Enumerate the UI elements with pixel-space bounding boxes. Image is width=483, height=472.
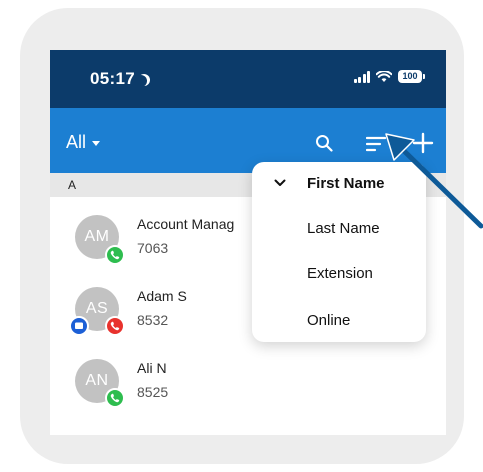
phone-icon	[105, 388, 125, 408]
avatar-initials: AM	[84, 228, 110, 245]
wifi-icon	[376, 70, 392, 82]
time-text: 05:17	[90, 69, 135, 88]
sort-option-label: Online	[307, 312, 351, 329]
battery-icon: 100	[398, 70, 425, 83]
contact-extension: 8525	[137, 384, 169, 400]
contact-name: Account Manag	[137, 216, 235, 232]
sort-option-extension[interactable]: Extension	[252, 254, 426, 294]
contact-name: Adam S	[137, 288, 187, 304]
contact-name: Ali N	[137, 360, 167, 376]
sort-option-label: Extension	[307, 265, 373, 282]
signal-icon	[353, 70, 370, 83]
sort-option-label: Last Name	[307, 220, 380, 237]
chat-icon	[69, 316, 89, 336]
avatar-initials: AS	[85, 300, 109, 317]
chevron-down-icon	[92, 141, 101, 146]
sort-option-label: First Name	[307, 175, 385, 192]
status-time: 05:17	[90, 69, 149, 89]
phone-icon	[105, 316, 125, 336]
annotation-arrow	[385, 133, 483, 229]
status-bar: 05:17 100	[50, 50, 446, 108]
status-icons: 100	[353, 70, 425, 83]
phone-icon	[105, 245, 125, 265]
contact-extension: 8532	[137, 312, 169, 328]
sort-option-online[interactable]: Online	[252, 301, 426, 341]
filter-dropdown[interactable]: All	[66, 132, 101, 153]
search-icon[interactable]	[315, 134, 333, 152]
moon-icon	[135, 75, 147, 87]
filter-label: All	[66, 132, 87, 152]
avatar-initials: AN	[85, 372, 109, 389]
contact-extension: 7063	[137, 240, 169, 256]
check-icon	[274, 179, 286, 186]
contact-row[interactable]: AN Ali N 8525	[50, 341, 446, 413]
